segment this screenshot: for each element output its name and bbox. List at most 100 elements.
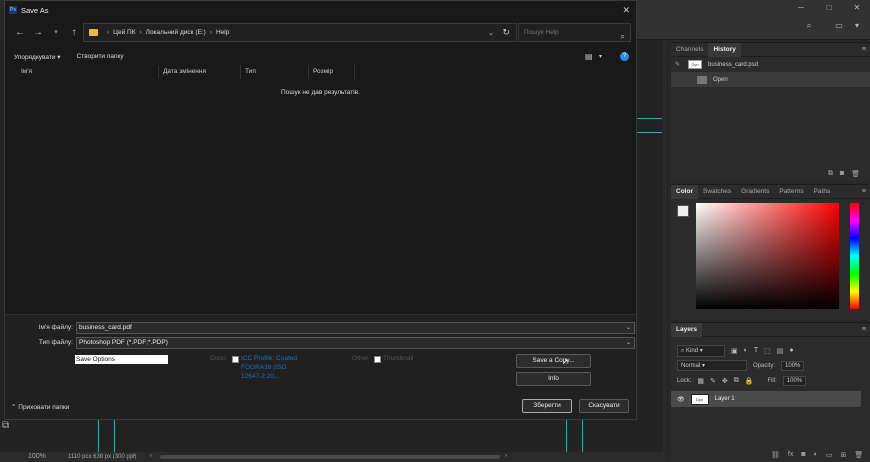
thumbnail-checkbox[interactable] (374, 356, 381, 363)
filter-type-icon[interactable]: T (754, 347, 758, 354)
icc-line-3: 12647-2:20... (241, 373, 280, 380)
screen-mode-icon[interactable]: ⧉ (2, 420, 18, 436)
foreground-color-swatch[interactable] (677, 205, 689, 217)
info-button[interactable]: Info (516, 372, 591, 386)
save-button[interactable]: Зберегти (522, 399, 572, 413)
scroll-left-icon[interactable]: ‹ (150, 453, 152, 459)
organize-menu[interactable]: Упорядкувати ▾ (14, 53, 61, 61)
workspace-chevron-icon[interactable]: ▾ (850, 20, 864, 32)
canvas-horizontal-scrollbar[interactable] (160, 455, 500, 459)
view-options-icon[interactable]: ▤ (585, 52, 593, 61)
lock-label: Lock: (677, 377, 692, 384)
dialog-titlebar[interactable]: Ps Save As ✕ (5, 1, 636, 19)
workspace-icon[interactable]: ▭ (832, 20, 846, 32)
color-label: Color: (210, 355, 228, 362)
link-layers-icon[interactable]: ⛓ (771, 451, 780, 459)
filter-pixel-icon[interactable]: ▣ (731, 347, 738, 355)
filename-field[interactable]: business_card.pdf ⌄ (76, 322, 635, 334)
panel-menu-icon[interactable]: ≡ (862, 46, 866, 53)
filter-shape-icon[interactable]: ⬚ (764, 347, 771, 355)
panel-menu-icon[interactable]: ≡ (862, 326, 866, 333)
column-date-modified[interactable]: Дата змінення (159, 65, 241, 79)
lock-position-icon[interactable]: ✥ (722, 377, 728, 385)
adjustment-layer-icon[interactable]: ◐ (814, 451, 818, 459)
close-icon[interactable]: ✕ (622, 5, 630, 16)
tab-history[interactable]: History (708, 42, 741, 57)
lock-transparent-icon[interactable]: ▦ (697, 377, 704, 385)
filetype-select[interactable]: Photoshop PDF (*.PDF;*.PDP) ⌄ (76, 337, 635, 349)
document-info: 1110 pcx 638 px (300 ppi) (68, 454, 137, 460)
chevron-down-icon[interactable]: ⌄ (626, 338, 631, 348)
scroll-right-icon[interactable]: › (505, 453, 507, 459)
lock-image-icon[interactable]: ✎ (710, 377, 716, 385)
minimize-icon[interactable]: ─ (794, 2, 808, 14)
search-box[interactable]: ⌕ (518, 23, 631, 42)
group-icon[interactable]: ▭ (826, 451, 833, 459)
layers-panel: Layers ≡ ⌕ Kind ▾ ▣ ◐ T ⬚ ▤ ● Normal ▾ O… (671, 322, 870, 462)
chevron-down-icon[interactable]: ⌄ (488, 29, 494, 37)
icc-profile-checkbox[interactable] (232, 356, 239, 363)
cancel-button[interactable]: Скасувати (579, 399, 629, 413)
column-name[interactable]: Ім'я (5, 65, 159, 79)
zoom-level[interactable]: 100% (28, 453, 46, 460)
up-arrow-icon[interactable]: ↑ (65, 27, 83, 38)
breadcrumb-help[interactable]: Help (216, 29, 229, 36)
fill-input[interactable]: 100% (782, 375, 807, 386)
new-layer-icon[interactable]: ⊞ (840, 451, 846, 459)
maximize-icon[interactable]: □ (822, 2, 836, 14)
history-state[interactable]: Open (671, 72, 870, 87)
snapshot-thumbnail: Dyn (688, 60, 703, 69)
guide-line (98, 420, 99, 452)
blend-mode-select[interactable]: Normal ▾ (677, 360, 747, 371)
new-folder-button[interactable]: Створити папку (77, 53, 124, 60)
breadcrumb-local-disk[interactable]: Локальний диск (E:) (146, 29, 206, 36)
add-mask-icon[interactable]: ◙ (801, 451, 805, 459)
address-bar[interactable]: › Цей ПК › Локальний диск (E:) › Help ⌄ … (83, 23, 517, 42)
filter-toggle-icon[interactable]: ● (789, 347, 793, 354)
lock-artboard-icon[interactable]: ⧉ (734, 377, 739, 385)
filter-smart-object-icon[interactable]: ▤ (777, 347, 784, 355)
forward-arrow-icon[interactable]: → (29, 27, 47, 38)
column-size[interactable]: Розмір (309, 65, 355, 79)
tab-patterns[interactable]: Patterns (774, 185, 808, 199)
hue-slider[interactable] (850, 203, 859, 309)
tab-swatches[interactable]: Swatches (698, 185, 736, 199)
search-icon[interactable]: ⌕ (621, 28, 625, 45)
layer-filter-select[interactable]: ⌕ Kind ▾ (677, 344, 725, 357)
tab-gradients[interactable]: Gradients (736, 185, 774, 199)
refresh-icon[interactable]: ↻ (502, 27, 510, 38)
back-arrow-icon[interactable]: ← (11, 27, 29, 38)
column-type[interactable]: Тип (241, 65, 309, 79)
new-document-icon[interactable]: ⧉ (828, 170, 833, 178)
color-picker-field[interactable] (696, 203, 839, 309)
help-icon[interactable]: ? (620, 52, 629, 61)
canvas-vertical-scrollbar[interactable] (663, 40, 667, 452)
panel-menu-icon[interactable]: ≡ (862, 188, 866, 195)
recent-chevron-icon[interactable]: ▾ (47, 28, 65, 36)
tab-paths[interactable]: Paths (809, 185, 836, 199)
hide-folders-toggle[interactable]: ⌃ Приховати папки (11, 403, 69, 411)
lock-all-icon[interactable]: 🔒 (745, 377, 754, 385)
tab-layers[interactable]: Layers (671, 322, 702, 337)
close-app-icon[interactable]: ✕ (850, 2, 864, 14)
guide-line (566, 420, 567, 452)
search-app-icon[interactable]: ⌕ (802, 20, 816, 32)
delete-icon[interactable]: 🗑 (851, 170, 860, 178)
history-snapshot[interactable]: ✎ Dyn business_card.psd (671, 57, 870, 72)
snapshot-camera-icon[interactable]: ◙ (840, 170, 844, 178)
search-input[interactable] (524, 29, 614, 36)
doc-info-arrow-icon[interactable]: › (133, 453, 135, 459)
layer-name[interactable]: Layer 1 (715, 396, 735, 402)
layer-style-icon[interactable]: fx (788, 451, 793, 459)
tab-channels[interactable]: Channels (671, 43, 708, 57)
save-a-copy-button[interactable]: Save a Copy... (516, 354, 591, 368)
breadcrumb-this-pc[interactable]: Цей ПК (113, 29, 135, 36)
chevron-down-icon[interactable]: ▾ (599, 53, 602, 60)
visibility-eye-icon[interactable]: 👁 (677, 396, 685, 403)
filter-adjustment-icon[interactable]: ◐ (744, 347, 748, 354)
tab-color[interactable]: Color (671, 184, 698, 199)
chevron-down-icon[interactable]: ⌄ (626, 323, 631, 333)
opacity-input[interactable]: 100% (781, 360, 805, 371)
delete-layer-icon[interactable]: 🗑 (854, 451, 863, 459)
layer-row[interactable]: 👁 Dyn Layer 1 (671, 391, 861, 407)
